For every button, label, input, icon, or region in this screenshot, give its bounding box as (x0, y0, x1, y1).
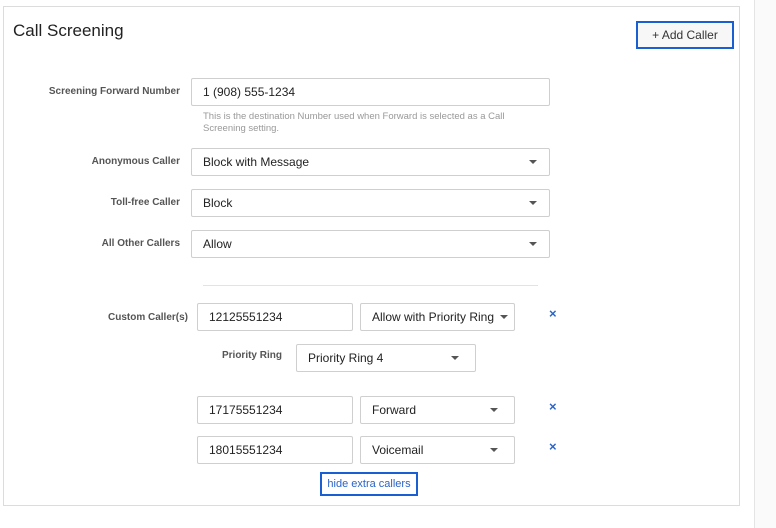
custom-caller-action-select[interactable]: Forward (360, 396, 515, 424)
anonymous-caller-label: Anonymous Caller (91, 156, 180, 167)
custom-caller-number-input[interactable]: 17175551234 (197, 396, 353, 424)
hide-extra-callers-link[interactable]: hide extra callers (320, 472, 418, 496)
chevron-down-icon (529, 201, 537, 205)
tollfree-caller-select[interactable]: Block (191, 189, 550, 217)
remove-caller-icon[interactable]: × (549, 399, 557, 414)
other-callers-select[interactable]: Allow (191, 230, 550, 258)
priority-ring-select[interactable]: Priority Ring 4 (296, 344, 476, 372)
forward-number-label: Screening Forward Number (48, 86, 180, 97)
other-callers-value: Allow (203, 237, 232, 251)
custom-caller-action-select[interactable]: Allow with Priority Ring (360, 303, 515, 331)
custom-callers-label: Custom Caller(s) (107, 312, 188, 323)
priority-ring-label: Priority Ring (221, 350, 282, 361)
anonymous-caller-value: Block with Message (203, 155, 310, 169)
add-caller-button[interactable]: + Add Caller (636, 21, 734, 49)
right-sidebar (754, 0, 776, 528)
chevron-down-icon (490, 448, 498, 452)
custom-caller-action-value: Forward (372, 403, 417, 417)
remove-caller-icon[interactable]: × (549, 306, 557, 321)
priority-ring-value: Priority Ring 4 (308, 351, 384, 365)
custom-caller-number-input[interactable]: 18015551234 (197, 436, 353, 464)
section-divider (203, 285, 538, 286)
forward-number-help: This is the destination Number used when… (203, 111, 505, 134)
chevron-down-icon (500, 315, 508, 319)
tollfree-caller-label: Toll-free Caller (110, 197, 180, 208)
custom-caller-action-value: Allow with Priority Ring (372, 310, 495, 324)
forward-number-input[interactable]: 1 (908) 555-1234 (191, 78, 550, 106)
other-callers-label: All Other Callers (101, 238, 180, 249)
chevron-down-icon (529, 160, 537, 164)
custom-caller-number-input[interactable]: 12125551234 (197, 303, 353, 331)
custom-caller-action-select[interactable]: Voicemail (360, 436, 515, 464)
remove-caller-icon[interactable]: × (549, 439, 557, 454)
chevron-down-icon (451, 356, 459, 360)
panel-title: Call Screening (13, 21, 124, 40)
chevron-down-icon (529, 242, 537, 246)
tollfree-caller-value: Block (203, 196, 233, 210)
custom-caller-action-value: Voicemail (372, 443, 424, 457)
anonymous-caller-select[interactable]: Block with Message (191, 148, 550, 176)
chevron-down-icon (490, 408, 498, 412)
